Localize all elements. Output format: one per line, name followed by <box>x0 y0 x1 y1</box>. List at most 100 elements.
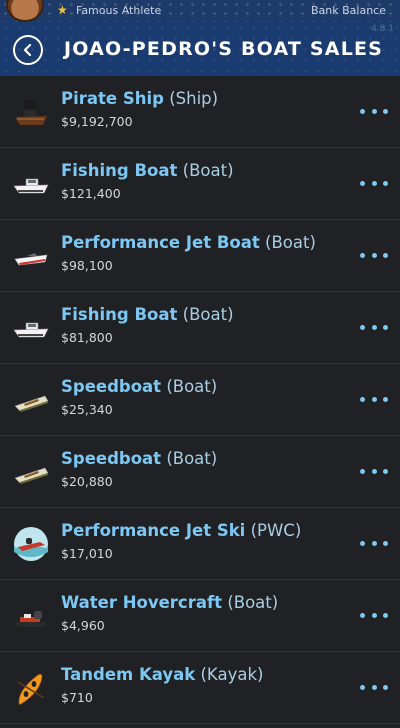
dot-icon <box>383 612 388 618</box>
boat-name: Fishing Boat <box>61 161 178 180</box>
boat-price: $81,800 <box>61 330 113 345</box>
more-options-button[interactable] <box>360 101 388 121</box>
dot-icon <box>383 180 388 186</box>
boat-name: Tandem Kayak <box>61 665 196 684</box>
dot-icon <box>360 468 365 474</box>
listing-name: Pirate Ship (Ship) <box>61 89 218 108</box>
dot-icon <box>360 180 365 186</box>
kayak-icon <box>17 673 45 705</box>
boat-type: (Boat) <box>166 377 218 396</box>
listing-name: Speedboat (Boat) <box>61 377 217 396</box>
dot-icon <box>360 684 365 690</box>
boat-type: (Kayak) <box>200 665 264 684</box>
page-title: Joao-Pedro's Boat Sales <box>64 38 384 60</box>
more-options-button[interactable] <box>360 245 388 265</box>
jet-boat-icon <box>14 253 48 266</box>
version-label: 4.8.1 <box>371 24 394 34</box>
boat-price: $9,192,700 <box>61 114 133 129</box>
career-label: Famous Athlete <box>76 4 162 17</box>
dot-icon <box>371 468 377 474</box>
pirate-ship-icon <box>15 98 47 125</box>
dot-icon <box>383 468 388 474</box>
more-options-button[interactable] <box>360 677 388 697</box>
boat-type: (Boat) <box>182 161 234 180</box>
listing-name: Fishing Boat (Boat) <box>61 305 234 324</box>
list-item[interactable]: Performance Jet Boat (Boat) $98,100 <box>0 220 400 292</box>
dot-icon <box>371 180 377 186</box>
boat-type: (PWC) <box>250 521 302 540</box>
speedboat-icon <box>14 467 49 484</box>
listing-name: Fishing Boat (Boat) <box>61 161 234 180</box>
list-item[interactable]: Tandem Kayak (Kayak) $710 <box>0 652 400 724</box>
speedboat-icon <box>14 395 49 412</box>
more-options-button[interactable] <box>360 173 388 193</box>
more-options-button[interactable] <box>360 461 388 481</box>
dot-icon <box>360 540 365 546</box>
hovercraft-icon <box>15 611 47 627</box>
more-options-button[interactable] <box>360 533 388 553</box>
listing-name: Speedboat (Boat) <box>61 449 217 468</box>
boat-name: Performance Jet Boat <box>61 233 260 252</box>
boat-type: (Ship) <box>169 89 219 108</box>
listing-name: Tandem Kayak (Kayak) <box>61 665 263 684</box>
dot-icon <box>383 684 388 690</box>
boat-type: (Boat) <box>166 449 218 468</box>
back-button[interactable] <box>13 35 43 65</box>
dot-icon <box>371 252 377 258</box>
boat-name: Water Hovercraft <box>61 593 223 612</box>
dot-icon <box>371 396 377 402</box>
list-item[interactable]: Fishing Boat (Boat) $81,800 <box>0 292 400 364</box>
boat-price: $17,010 <box>61 546 113 561</box>
fishing-boat-icon <box>13 322 49 338</box>
status-bar: ★ Famous Athlete Bank Balance <box>0 0 400 22</box>
listing-name: Performance Jet Ski (PWC) <box>61 521 301 540</box>
listing-name: Performance Jet Boat (Boat) <box>61 233 316 252</box>
boat-name: Pirate Ship <box>61 89 164 108</box>
dot-icon <box>360 396 365 402</box>
list-item[interactable]: Pirate Ship (Ship) $9,192,700 <box>0 76 400 148</box>
boat-name: Fishing Boat <box>61 305 178 324</box>
boat-price: $4,960 <box>61 618 105 633</box>
boat-price: $710 <box>61 690 93 705</box>
list-item[interactable]: Speedboat (Boat) $20,880 <box>0 436 400 508</box>
boat-name: Performance Jet Ski <box>61 521 246 540</box>
dot-icon <box>383 396 388 402</box>
boat-price: $121,400 <box>61 186 121 201</box>
dot-icon <box>371 324 377 330</box>
jet-ski-icon <box>14 527 48 561</box>
bank-balance-label[interactable]: Bank Balance <box>311 4 386 18</box>
list-item[interactable]: Fishing Boat (Boat) $121,400 <box>0 148 400 220</box>
list-item[interactable]: Speedboat (Boat) $25,340 <box>0 364 400 436</box>
dot-icon <box>360 324 365 330</box>
boat-type: (Boat) <box>227 593 279 612</box>
listing-name: Water Hovercraft (Boat) <box>61 593 278 612</box>
listing-list: Pirate Ship (Ship) $9,192,700 Fishing Bo… <box>0 76 400 724</box>
boat-type: (Boat) <box>182 305 234 324</box>
boat-name: Speedboat <box>61 449 162 468</box>
fishing-boat-icon <box>13 178 49 194</box>
header-bar: 4.8.1 Joao-Pedro's Boat Sales <box>0 22 400 76</box>
dot-icon <box>383 108 388 114</box>
dot-icon <box>383 324 388 330</box>
dot-icon <box>383 252 388 258</box>
more-options-button[interactable] <box>360 317 388 337</box>
star-icon: ★ <box>57 3 68 17</box>
dot-icon <box>371 612 377 618</box>
boat-price: $25,340 <box>61 402 113 417</box>
more-options-button[interactable] <box>360 605 388 625</box>
boat-type: (Boat) <box>265 233 316 252</box>
dot-icon <box>371 540 377 546</box>
dot-icon <box>383 540 388 546</box>
list-item[interactable]: Performance Jet Ski (PWC) $17,010 <box>0 508 400 580</box>
dot-icon <box>360 252 365 258</box>
dot-icon <box>360 612 365 618</box>
chevron-left-icon <box>23 44 32 56</box>
boat-price: $98,100 <box>61 258 113 273</box>
more-options-button[interactable] <box>360 389 388 409</box>
boat-name: Speedboat <box>61 377 162 396</box>
boat-price: $20,880 <box>61 474 113 489</box>
dot-icon <box>360 108 365 114</box>
list-item[interactable]: Water Hovercraft (Boat) $4,960 <box>0 580 400 652</box>
dot-icon <box>371 108 377 114</box>
dot-icon <box>371 684 377 690</box>
